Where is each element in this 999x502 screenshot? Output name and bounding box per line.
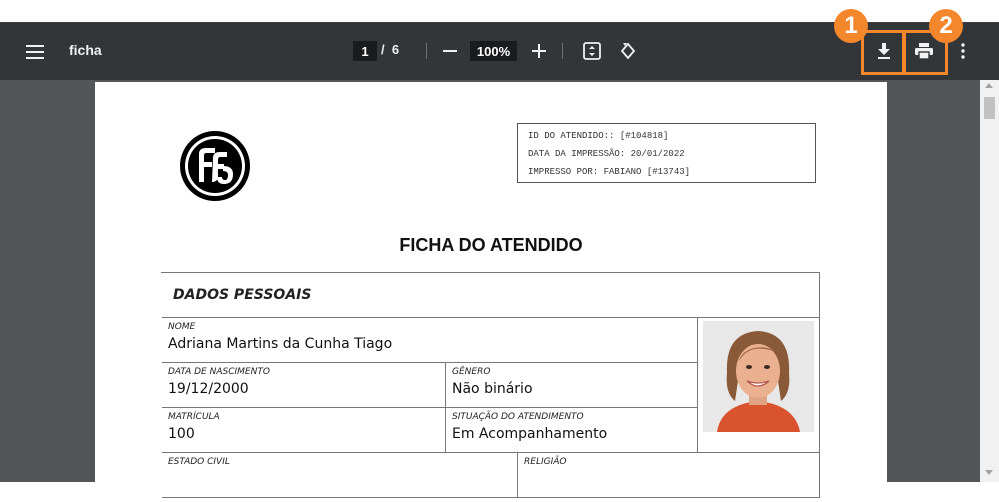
rotate-icon [620, 42, 636, 60]
document-heading: FICHA DO ATENDIDO [399, 235, 583, 255]
field-label: GÊNERO [452, 367, 491, 377]
print-info-box: ID DO ATENDIDO:: [#104818] DATA DA IMPRE… [517, 123, 816, 183]
field-matricula: MATRÍCULA 100 [162, 408, 446, 453]
print-date-line: DATA DA IMPRESSÃO: 20/01/2022 [528, 149, 685, 159]
attendee-photo [703, 321, 814, 432]
rotate-button[interactable] [616, 39, 640, 63]
field-nome: NOME Adriana Martins da Cunha Tiago [162, 318, 698, 363]
toolbar-divider [562, 43, 563, 59]
printed-by-line: IMPRESSO POR: FABIANO [#13743] [528, 167, 691, 177]
field-religiao: RELIGIÃO [518, 453, 820, 498]
field-data-nascimento: DATA DE NASCIMENTO 19/12/2000 [162, 363, 446, 408]
plus-icon [532, 44, 546, 58]
more-actions-button[interactable] [955, 39, 971, 63]
field-value: Em Acompanhamento [452, 426, 608, 442]
scrollbar-thumb[interactable] [984, 97, 995, 119]
callout-badge-2: 2 [929, 9, 963, 43]
callout-highlight-download [861, 30, 905, 75]
field-label: NOME [168, 322, 196, 332]
vertical-scrollbar[interactable] [980, 80, 999, 482]
field-value: 100 [168, 426, 195, 442]
pdf-viewer: ficha 1 / 6 100% ID DO ATENDIDO:: [#1048… [0, 22, 999, 502]
field-situacao: SITUAÇÃO DO ATENDIMENTO Em Acompanhament… [446, 408, 698, 453]
page-separator: / [381, 42, 385, 57]
scroll-up-arrow-icon[interactable] [985, 83, 993, 88]
zoom-in-button[interactable] [529, 40, 549, 62]
menu-button[interactable] [22, 39, 48, 65]
fit-to-page-button[interactable] [580, 39, 604, 63]
attendee-id-line: ID DO ATENDIDO:: [#104818] [528, 131, 669, 141]
more-vert-icon [961, 43, 965, 59]
field-label: MATRÍCULA [168, 412, 220, 422]
personal-data-form: DADOS PESSOAIS NOME Adriana Martins da C… [161, 272, 820, 498]
minus-icon [443, 50, 457, 52]
field-value: 19/12/2000 [168, 381, 249, 397]
field-genero: GÊNERO Não binário [446, 363, 698, 408]
callout-badge-1: 1 [834, 9, 868, 43]
fit-page-icon [583, 42, 601, 60]
zoom-out-button[interactable] [440, 40, 460, 62]
field-label: RELIGIÃO [524, 457, 567, 467]
ffg-logo [180, 131, 250, 201]
pdf-page: ID DO ATENDIDO:: [#104818] DATA DA IMPRE… [95, 82, 887, 502]
field-label: ESTADO CIVIL [168, 457, 230, 467]
field-label: SITUAÇÃO DO ATENDIMENTO [452, 412, 584, 422]
field-value: Adriana Martins da Cunha Tiago [168, 336, 393, 352]
section-title: DADOS PESSOAIS [162, 273, 820, 318]
page-number-input[interactable]: 1 [353, 41, 377, 61]
scroll-down-arrow-icon[interactable] [985, 470, 993, 475]
zoom-level-input[interactable]: 100% [470, 41, 517, 61]
total-pages: 6 [391, 42, 400, 57]
document-title: ficha [69, 42, 102, 58]
menu-icon [26, 45, 44, 59]
field-label: DATA DE NASCIMENTO [168, 367, 270, 377]
field-estado-civil: ESTADO CIVIL [162, 453, 518, 498]
page-count: / 6 [381, 42, 399, 57]
toolbar-divider [426, 43, 427, 59]
field-value: Não binário [452, 381, 533, 397]
